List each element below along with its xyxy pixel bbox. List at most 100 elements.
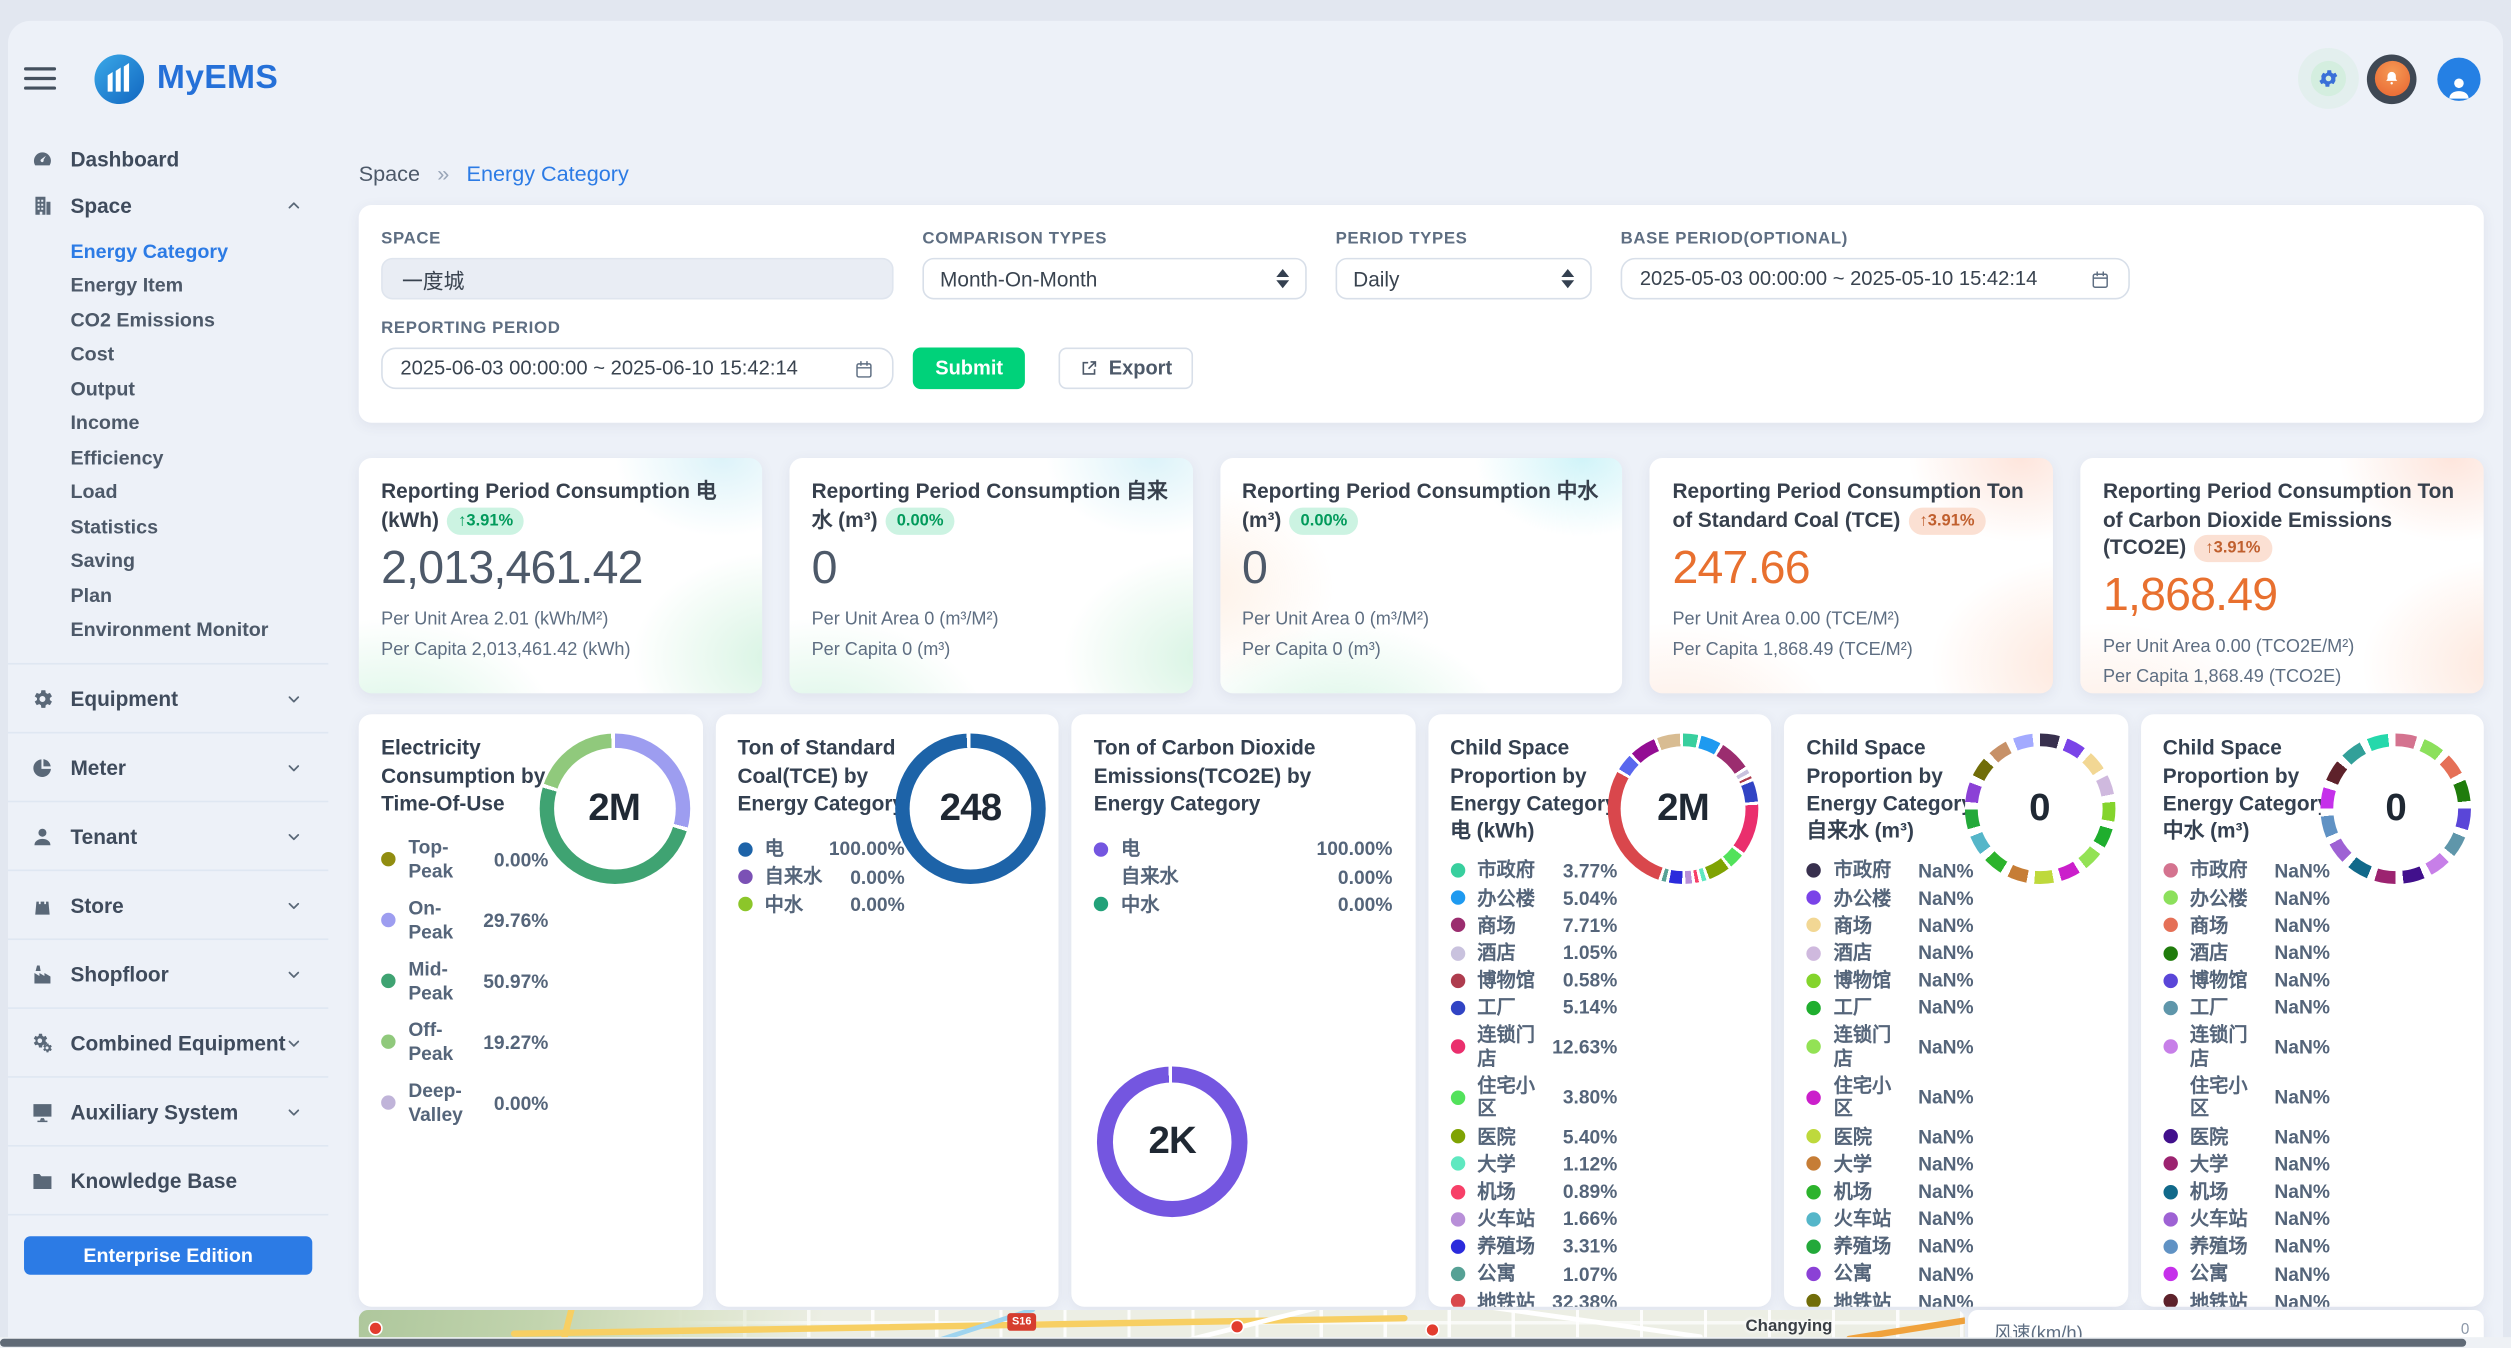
sidebar-subitem-saving[interactable]: Saving <box>8 544 328 578</box>
legend-item[interactable]: 酒店1.05% <box>1450 939 1617 966</box>
settings-button[interactable] <box>2311 61 2346 96</box>
sidebar-item-knowledge-base[interactable]: Knowledge Base <box>8 1145 328 1214</box>
legend-item[interactable]: 中水0.00% <box>737 891 904 918</box>
donut-chart[interactable]: 0 <box>2320 734 2471 885</box>
legend-item[interactable]: 酒店NaN% <box>2163 939 2330 966</box>
sidebar-subitem-energy-category[interactable]: Energy Category <box>8 234 328 268</box>
legend-item[interactable]: 连锁门店12.63% <box>1450 1022 1617 1073</box>
legend-item[interactable]: 大学NaN% <box>1806 1150 1973 1177</box>
sidebar-subitem-statistics[interactable]: Statistics <box>8 509 328 543</box>
legend-item[interactable]: Mid-Peak50.97% <box>381 951 548 1012</box>
sidebar-subitem-load[interactable]: Load <box>8 475 328 509</box>
sidebar-item-store[interactable]: Store <box>8 870 328 939</box>
reporting-period-input[interactable]: 2025-06-03 00:00:00 ~ 2025-06-10 15:42:1… <box>381 348 893 390</box>
legend-item[interactable]: 养殖场3.31% <box>1450 1233 1617 1260</box>
legend-item[interactable]: 养殖场NaN% <box>1806 1233 1973 1260</box>
export-button[interactable]: Export <box>1059 348 1193 390</box>
legend-item[interactable]: 住宅小区NaN% <box>2163 1072 2330 1123</box>
sidebar-item-combined-equipment[interactable]: Combined Equipment <box>8 1007 328 1076</box>
legend-item[interactable]: 火车站1.66% <box>1450 1205 1617 1232</box>
submit-button[interactable]: Submit <box>913 348 1026 390</box>
sidebar-subitem-energy-item[interactable]: Energy Item <box>8 268 328 302</box>
space-input[interactable]: 一度城 <box>381 258 893 300</box>
sidebar-item-meter[interactable]: Meter <box>8 732 328 801</box>
sidebar-subitem-income[interactable]: Income <box>8 406 328 440</box>
comparison-types-select[interactable]: Month-On-Month <box>922 258 1306 300</box>
legend-item[interactable]: 公寓1.07% <box>1450 1260 1617 1287</box>
legend-item[interactable]: 住宅小区3.80% <box>1450 1072 1617 1123</box>
sidebar-subitem-efficiency[interactable]: Efficiency <box>8 440 328 474</box>
legend-item[interactable]: 自来水0.00% <box>737 863 904 890</box>
sidebar-item-dashboard[interactable]: Dashboard <box>8 136 328 181</box>
sidebar-subitem-co2-emissions[interactable]: CO2 Emissions <box>8 303 328 337</box>
legend-item[interactable]: 机场NaN% <box>2163 1178 2330 1205</box>
legend-item[interactable]: 医院5.40% <box>1450 1123 1617 1150</box>
legend-item[interactable]: 大学NaN% <box>2163 1150 2330 1177</box>
legend-item[interactable]: 工厂NaN% <box>1806 994 1973 1021</box>
legend-item[interactable]: 市政府NaN% <box>2163 857 2330 884</box>
donut-chart[interactable]: 2M <box>1608 734 1759 885</box>
legend-item[interactable]: 住宅小区NaN% <box>1806 1072 1973 1123</box>
sidebar-item-space[interactable]: Space <box>8 181 328 229</box>
legend-item[interactable]: 火车站NaN% <box>1806 1205 1973 1232</box>
legend-item[interactable]: Off-Peak19.27% <box>381 1012 548 1073</box>
legend-item[interactable]: 医院NaN% <box>2163 1123 2330 1150</box>
sidebar-item-equipment[interactable]: Equipment <box>8 663 328 732</box>
legend-item[interactable]: Top-Peak0.00% <box>381 829 548 890</box>
legend-item[interactable]: 商场NaN% <box>2163 912 2330 939</box>
scrollbar-thumb[interactable] <box>0 1338 2466 1347</box>
donut-chart[interactable]: 2K <box>1097 1067 1248 1218</box>
user-menu-button[interactable] <box>2437 57 2480 100</box>
legend-item[interactable]: 博物馆NaN% <box>2163 967 2330 994</box>
sidebar-item-shopfloor[interactable]: Shopfloor <box>8 938 328 1007</box>
breadcrumb-space[interactable]: Space <box>359 162 420 186</box>
sidebar-subitem-output[interactable]: Output <box>8 372 328 406</box>
legend-item[interactable]: 酒店NaN% <box>1806 939 1973 966</box>
legend-item[interactable]: 商场NaN% <box>1806 912 1973 939</box>
base-period-input[interactable]: 2025-05-03 00:00:00 ~ 2025-05-10 15:42:1… <box>1621 258 2130 300</box>
legend-item[interactable]: 大学1.12% <box>1450 1150 1617 1177</box>
legend-item[interactable]: 办公楼5.04% <box>1450 884 1617 911</box>
legend-item[interactable]: 电100.00% <box>1094 836 1393 863</box>
legend-item[interactable]: 地铁站NaN% <box>1806 1288 1973 1308</box>
map-pin-icon[interactable] <box>1230 1320 1244 1334</box>
legend-item[interactable]: 火车站NaN% <box>2163 1205 2330 1232</box>
legend-item[interactable]: 机场NaN% <box>1806 1178 1973 1205</box>
legend-item[interactable]: 办公楼NaN% <box>1806 884 1973 911</box>
sidebar-subitem-plan[interactable]: Plan <box>8 578 328 612</box>
legend-item[interactable]: 连锁门店NaN% <box>2163 1022 2330 1073</box>
brand[interactable]: MyEMS <box>94 54 278 104</box>
legend-item[interactable]: 连锁门店NaN% <box>1806 1022 1973 1073</box>
legend-item[interactable]: 地铁站32.38% <box>1450 1288 1617 1308</box>
legend-item[interactable]: On-Peak29.76% <box>381 890 548 951</box>
horizontal-scrollbar[interactable] <box>0 1337 2511 1348</box>
legend-item[interactable]: 博物馆NaN% <box>1806 967 1973 994</box>
legend-item[interactable]: 商场7.71% <box>1450 912 1617 939</box>
donut-chart[interactable]: 248 <box>895 734 1046 885</box>
notifications-button[interactable] <box>2367 54 2417 104</box>
legend-item[interactable]: 地铁站NaN% <box>2163 1288 2330 1308</box>
legend-item[interactable]: 电100.00% <box>737 836 904 863</box>
breadcrumb-energy-category[interactable]: Energy Category <box>467 162 629 186</box>
legend-item[interactable]: 医院NaN% <box>1806 1123 1973 1150</box>
legend-item[interactable]: 市政府3.77% <box>1450 857 1617 884</box>
legend-item[interactable]: 办公楼NaN% <box>2163 884 2330 911</box>
sidebar-subitem-cost[interactable]: Cost <box>8 337 328 371</box>
map-pin-icon[interactable] <box>1425 1323 1439 1337</box>
sidebar-item-auxiliary-system[interactable]: Auxiliary System <box>8 1076 328 1145</box>
legend-item[interactable]: 自来水0.00% <box>1094 863 1393 890</box>
enterprise-edition-button[interactable]: Enterprise Edition <box>24 1236 312 1274</box>
legend-item[interactable]: 机场0.89% <box>1450 1178 1617 1205</box>
legend-item[interactable]: 市政府NaN% <box>1806 857 1973 884</box>
legend-item[interactable]: 中水0.00% <box>1094 891 1393 918</box>
period-types-select[interactable]: Daily <box>1336 258 1592 300</box>
legend-item[interactable]: 养殖场NaN% <box>2163 1233 2330 1260</box>
sidebar-subitem-environment-monitor[interactable]: Environment Monitor <box>8 613 328 647</box>
legend-item[interactable]: 工厂NaN% <box>2163 994 2330 1021</box>
legend-item[interactable]: 博物馆0.58% <box>1450 967 1617 994</box>
donut-chart[interactable]: 2M <box>539 734 690 885</box>
legend-item[interactable]: 公寓NaN% <box>1806 1260 1973 1287</box>
legend-item[interactable]: 工厂5.14% <box>1450 994 1617 1021</box>
legend-item[interactable]: Deep-Valley0.00% <box>381 1072 548 1133</box>
sidebar-item-tenant[interactable]: Tenant <box>8 801 328 870</box>
